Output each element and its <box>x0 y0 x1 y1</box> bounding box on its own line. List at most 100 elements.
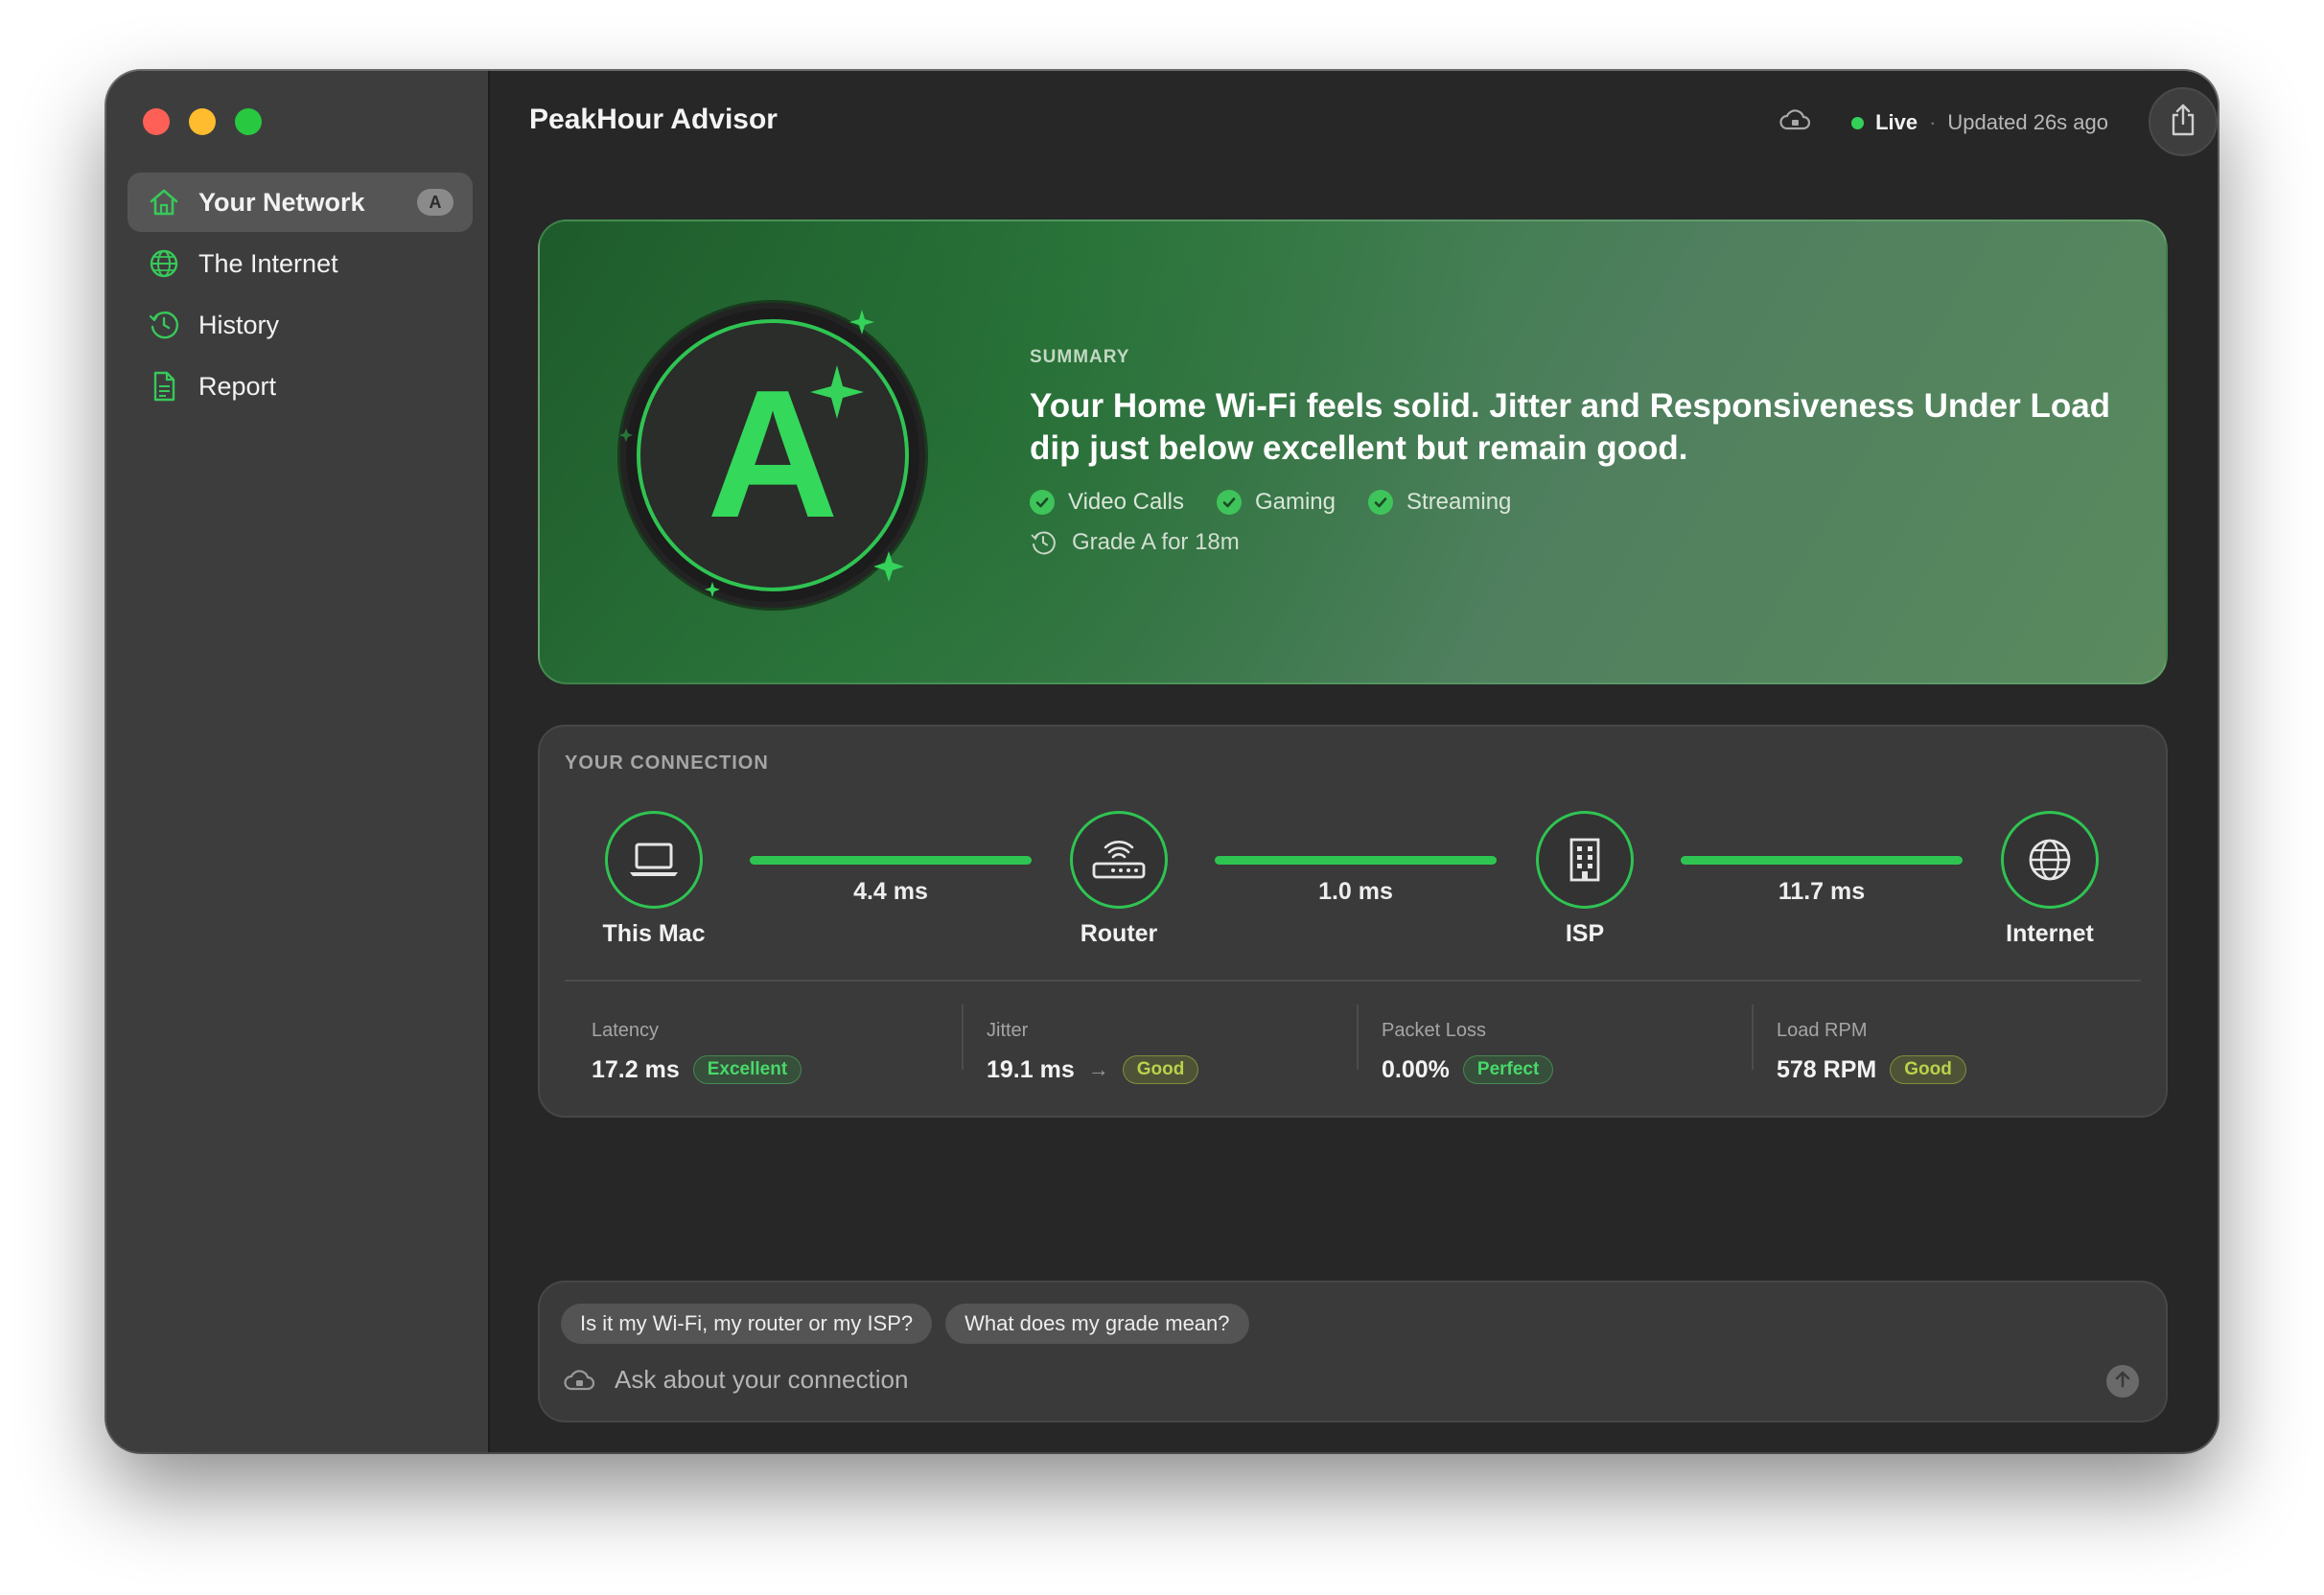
metric-separator <box>962 1005 964 1070</box>
summary-headline: Your Home Wi-Fi feels solid. Jitter and … <box>1030 387 2111 467</box>
sidebar: Your Network A The Internet History Repo… <box>106 71 490 1452</box>
minimize-window-button[interactable] <box>189 108 216 135</box>
metric-label: Load RPM <box>1777 1020 1868 1041</box>
share-button[interactable] <box>2149 87 2218 156</box>
rating-badge: Excellent <box>692 1055 802 1084</box>
building-icon <box>1536 811 1634 909</box>
node-label: Router <box>1080 920 1158 947</box>
suggestion-chip[interactable]: Is it my Wi-Fi, my router or my ISP? <box>561 1304 933 1344</box>
activity-label: Gaming <box>1254 489 1336 515</box>
document-icon <box>147 369 181 404</box>
checkmark-icon <box>1030 490 1055 515</box>
metric-packet-loss: Packet Loss 0.00% Perfect <box>1382 1020 1554 1084</box>
metric-value: 0.00% <box>1382 1055 1450 1083</box>
metric-label: Latency <box>592 1020 660 1041</box>
link-bar <box>1681 856 1963 865</box>
history-icon <box>1030 529 1057 556</box>
grade-duration-label: Grade A for 18m <box>1072 529 1240 555</box>
activity-list: Video Calls Gaming Streaming <box>1030 489 2113 516</box>
summary-label: SUMMARY <box>1030 347 1130 367</box>
section-divider <box>565 980 2141 982</box>
node-internet[interactable]: Internet <box>1954 811 2146 948</box>
sidebar-item-history[interactable]: History <box>128 295 473 355</box>
arrow-up-icon <box>2114 1370 2131 1394</box>
sidebar-item-report[interactable]: Report <box>128 357 473 416</box>
metric-label: Packet Loss <box>1382 1020 1486 1041</box>
cloud-icon[interactable] <box>1778 107 1811 138</box>
suggestion-chips: Is it my Wi-Fi, my router or my ISP? Wha… <box>561 1304 1249 1344</box>
node-router[interactable]: Router <box>1023 811 1215 948</box>
activity-gaming: Gaming <box>1216 489 1336 516</box>
metric-separator <box>1357 1005 1359 1070</box>
node-isp[interactable]: ISP <box>1489 811 1681 948</box>
metric-value: 19.1 ms <box>987 1055 1075 1083</box>
chat-input-placeholder: Ask about your connection <box>615 1365 909 1394</box>
grade-letter: A <box>707 353 838 556</box>
app-window: Your Network A The Internet History Repo… <box>106 71 2218 1452</box>
router-icon <box>1070 811 1168 909</box>
rating-badge: Perfect <box>1462 1055 1554 1084</box>
history-icon <box>147 308 181 342</box>
node-this-mac[interactable]: This Mac <box>558 811 750 948</box>
metric-value: 578 RPM <box>1777 1055 1877 1083</box>
link-bar <box>750 856 1032 865</box>
metric-value: 17.2 ms <box>592 1055 680 1083</box>
window-controls <box>143 108 262 135</box>
grade-medallion: A <box>615 298 960 624</box>
home-icon <box>147 185 181 220</box>
grade-badge: A <box>417 189 453 216</box>
link-router-isp: 1.0 ms <box>1215 856 1497 906</box>
chat-input[interactable]: Ask about your connection <box>563 1365 908 1395</box>
status-separator: · <box>1929 110 1937 134</box>
sidebar-item-label: Your Network <box>198 187 365 217</box>
cloud-icon <box>563 1368 597 1393</box>
activity-label: Streaming <box>1406 489 1512 515</box>
activity-label: Video Calls <box>1068 489 1184 515</box>
suggestion-chip[interactable]: What does my grade mean? <box>945 1304 1249 1344</box>
node-label: Internet <box>2006 920 2094 947</box>
share-icon <box>2169 103 2197 142</box>
send-button[interactable] <box>2106 1365 2139 1398</box>
app-title: PeakHour Advisor <box>529 104 778 135</box>
main-content: PeakHour Advisor Live · Updated 26s ago <box>490 71 2218 1452</box>
rating-badge: Good <box>1890 1055 1966 1084</box>
sidebar-item-the-internet[interactable]: The Internet <box>128 234 473 293</box>
updated-timestamp: Updated 26s ago <box>1947 110 2108 134</box>
summary-text-block: SUMMARY Your Home Wi-Fi feels solid. Jit… <box>1030 347 2113 556</box>
connection-label: YOUR CONNECTION <box>565 752 769 774</box>
link-isp-internet: 11.7 ms <box>1681 856 1963 906</box>
sidebar-item-your-network[interactable]: Your Network A <box>128 173 473 232</box>
sidebar-item-label: The Internet <box>198 248 338 278</box>
activity-video-calls: Video Calls <box>1030 489 1184 516</box>
summary-card: A SUMMARY Your Home Wi-Fi feels solid. J… <box>538 220 2168 684</box>
metric-separator <box>1752 1005 1754 1070</box>
metric-jitter: Jitter 19.1 ms → Good <box>987 1020 1199 1084</box>
chat-panel: Is it my Wi-Fi, my router or my ISP? Wha… <box>538 1281 2168 1422</box>
link-latency: 4.4 ms <box>853 878 928 905</box>
metric-load-rpm: Load RPM 578 RPM Good <box>1777 1020 1966 1084</box>
activity-streaming: Streaming <box>1368 489 1511 516</box>
laptop-icon <box>605 811 703 909</box>
rating-badge: Good <box>1122 1055 1199 1084</box>
link-bar <box>1215 856 1497 865</box>
globe-icon <box>147 246 181 281</box>
metric-label: Jitter <box>987 1020 1029 1041</box>
live-label: Live <box>1875 110 1918 134</box>
grade-duration: Grade A for 18m <box>1030 529 2113 556</box>
checkmark-icon <box>1368 490 1394 515</box>
globe-icon <box>2001 811 2099 909</box>
node-label: ISP <box>1565 920 1605 947</box>
close-window-button[interactable] <box>143 108 170 135</box>
node-label: This Mac <box>602 920 706 947</box>
link-latency: 1.0 ms <box>1318 878 1393 905</box>
zoom-window-button[interactable] <box>235 108 262 135</box>
sidebar-nav: Your Network A The Internet History Repo… <box>128 173 473 418</box>
link-mac-router: 4.4 ms <box>750 856 1032 906</box>
sidebar-item-label: History <box>198 310 280 339</box>
checkmark-icon <box>1216 490 1242 515</box>
arrow-right-icon: → <box>1087 1057 1109 1081</box>
sidebar-item-label: Report <box>198 371 277 401</box>
connection-card: YOUR CONNECTION This Mac 4.4 ms Router 1… <box>538 725 2168 1118</box>
live-indicator-dot <box>1851 116 1865 129</box>
metric-latency: Latency 17.2 ms Excellent <box>592 1020 802 1084</box>
